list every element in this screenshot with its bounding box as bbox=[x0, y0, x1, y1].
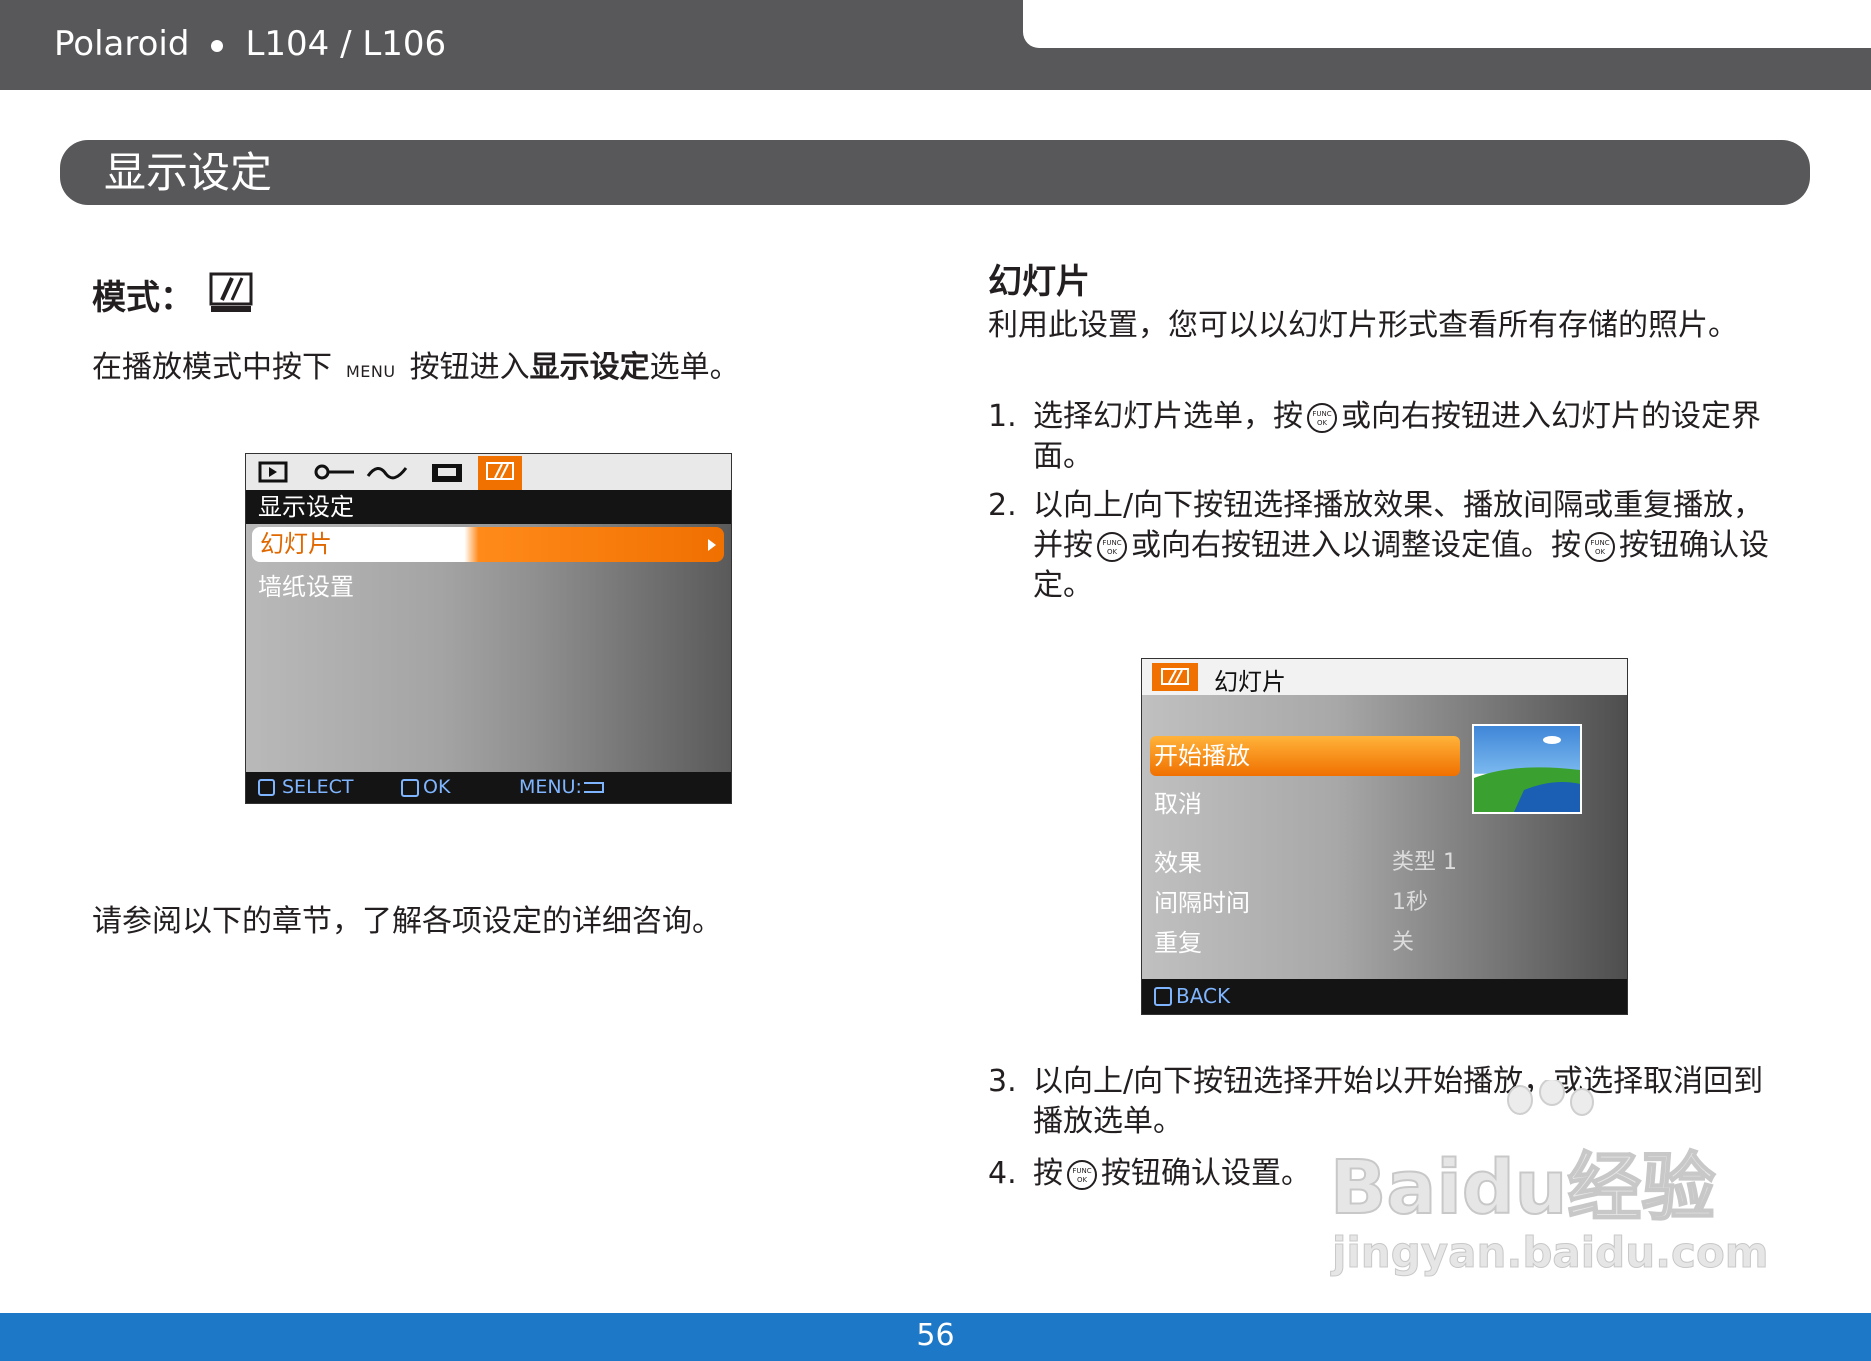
watermark-url: jingyan.baidu.com bbox=[1332, 1228, 1770, 1278]
return-icon bbox=[584, 782, 604, 793]
effect-tab-icon bbox=[366, 467, 408, 480]
back-hint[interactable]: BACK bbox=[1176, 979, 1230, 1014]
ok-hint: OK bbox=[423, 776, 451, 798]
menu-item-slideshow[interactable]: 幻灯片 bbox=[252, 527, 724, 562]
setting-value-interval[interactable]: 1秒 bbox=[1392, 884, 1428, 916]
reference-note: 请参阅以下的章节，了解各项设定的详细咨询。 bbox=[92, 904, 722, 939]
setting-label-repeat: 重复 bbox=[1154, 929, 1202, 957]
mode-label: 模式： bbox=[92, 278, 194, 318]
bullet-icon bbox=[211, 39, 224, 52]
brand-name: Polaroid bbox=[54, 24, 190, 64]
slideshow-heading: 幻灯片 bbox=[988, 262, 1090, 302]
setting-value-effect[interactable]: 类型 1 bbox=[1392, 844, 1457, 876]
screen-title: 幻灯片 bbox=[1214, 668, 1286, 696]
mode-instruction: 在播放模式中按下 MENU 按钮进入显示设定选单。 bbox=[92, 350, 740, 385]
menu-item-wallpaper[interactable]: 墙纸设置 bbox=[258, 567, 354, 602]
screen-hint-bar: BACK bbox=[1142, 979, 1627, 1014]
ok-button-icon bbox=[401, 779, 419, 797]
select-hint: SELECT bbox=[282, 776, 354, 798]
menu-item-start[interactable]: 开始播放 bbox=[1150, 736, 1460, 776]
menu-key-label: MENU bbox=[346, 362, 396, 381]
dpad-icon bbox=[258, 779, 275, 796]
watermark-logo: Baidu经验 bbox=[1329, 1144, 1716, 1232]
step-1: 1. 选择幻灯片选单，按 FUNC OK 或向右按钮进入幻灯片的设定界面。 bbox=[988, 399, 1761, 474]
setting-value-repeat[interactable]: 关 bbox=[1392, 924, 1414, 956]
screen-title: 显示设定 bbox=[246, 490, 731, 524]
camera-screen-display-menu: 显示设定 幻灯片 墙纸设置 SELECT OK MENU: bbox=[245, 453, 732, 804]
screen-title-bar: 幻灯片 bbox=[1142, 659, 1627, 696]
func-ok-button-icon: FUNC OK bbox=[1585, 531, 1615, 562]
menu-item-cancel[interactable]: 取消 bbox=[1154, 784, 1202, 819]
header-title: Polaroid L104 / L106 bbox=[54, 24, 446, 64]
display-tab-icon bbox=[1152, 663, 1198, 691]
slideshow-intro: 利用此设置，您可以以幻灯片形式查看所有存储的照片。 bbox=[988, 308, 1738, 343]
preview-thumbnail bbox=[1472, 724, 1582, 814]
setting-label-effect: 效果 bbox=[1154, 849, 1202, 877]
back-arrow-icon bbox=[1154, 987, 1172, 1006]
arrow-right-icon bbox=[708, 539, 716, 551]
setup-tab-icon bbox=[314, 464, 330, 480]
section-header bbox=[60, 140, 1810, 205]
menu-hint: MENU: bbox=[519, 776, 582, 798]
section-title: 显示设定 bbox=[104, 148, 273, 197]
model-name: L104 / L106 bbox=[245, 24, 447, 64]
func-ok-button-icon: FUNC OK bbox=[1307, 402, 1337, 433]
page-number: 56 bbox=[916, 1318, 955, 1353]
display-tab-icon bbox=[478, 456, 522, 490]
step-2: 2. 以向上/向下按钮选择播放效果、播放间隔或重复播放，并按 FUNC OK 或向右按… bbox=[988, 488, 1769, 603]
screen-hint-bar: SELECT OK MENU: bbox=[246, 772, 731, 803]
func-ok-button-icon: FUNC OK bbox=[1067, 1159, 1097, 1190]
setting-label-interval: 间隔时间 bbox=[1154, 889, 1250, 917]
header-tab bbox=[1023, 0, 1871, 48]
screen-tab-bar bbox=[246, 454, 731, 490]
func-ok-button-icon: FUNC OK bbox=[1097, 531, 1127, 562]
camera-screen-slideshow-menu: 幻灯片 开始播放 取消 效果 类型 1 间隔时间 1秒 重复 关 BACK bbox=[1141, 658, 1628, 1015]
display-mode-icon bbox=[209, 272, 253, 312]
